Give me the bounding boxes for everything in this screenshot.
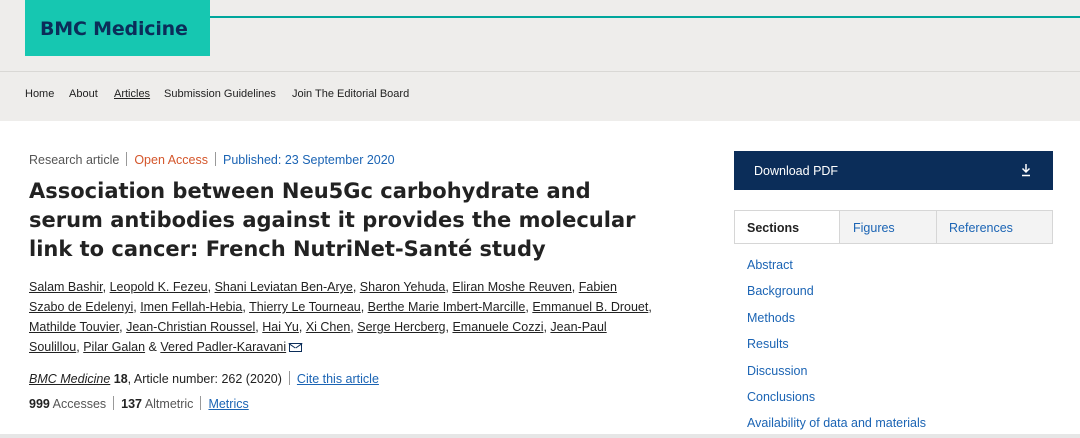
published-date: Published: 23 September 2020 — [222, 153, 395, 167]
metrics-line: 999 Accesses 137 Altmetric Metrics — [29, 396, 249, 411]
divider — [288, 371, 290, 385]
article-number: , Article number: 262 (2020) — [127, 372, 282, 386]
section-link-methods[interactable]: Methods — [747, 311, 926, 337]
author-link[interactable]: Berthe Marie Imbert-Marcille — [368, 300, 526, 314]
journal-link[interactable]: BMC Medicine — [29, 372, 110, 386]
main-nav: Home About Articles Submission Guideline… — [0, 71, 1080, 121]
section-link-abstract[interactable]: Abstract — [747, 258, 926, 284]
author-link[interactable]: Vered Padler-Karavani — [160, 340, 286, 354]
author-link[interactable]: Emanuele Cozzi — [452, 320, 543, 334]
article-title: Association between Neu5Gc carbohydrate … — [29, 179, 636, 261]
tab-sections[interactable]: Sections — [735, 211, 839, 243]
section-link-discussion[interactable]: Discussion — [747, 364, 926, 390]
divider — [113, 396, 115, 410]
sidebar-tabs: Sections Figures References — [734, 210, 1053, 244]
divider — [214, 152, 216, 166]
author-link[interactable]: Thierry Le Tourneau — [249, 300, 361, 314]
divider — [126, 152, 128, 166]
author-link[interactable]: Pilar Galan — [83, 340, 145, 354]
author-link[interactable]: Serge Hercberg — [357, 320, 445, 334]
author-link[interactable]: Mathilde Touvier — [29, 320, 119, 334]
altmetric-count: 137 — [121, 397, 143, 411]
author-list: Salam Bashir, Leopold K. Fezeu, Shani Le… — [29, 280, 652, 354]
page-bottom-edge — [0, 434, 1080, 438]
author-link[interactable]: Emmanuel B. Drouet — [532, 300, 648, 314]
author-link[interactable]: Eliran Moshe Reuven — [452, 280, 572, 294]
metrics-link[interactable]: Metrics — [208, 397, 248, 411]
author-link[interactable]: Xi Chen — [306, 320, 350, 334]
tab-label: Sections — [747, 221, 800, 235]
author-link[interactable]: Shani Leviatan Ben-Arye — [215, 280, 353, 294]
author-link[interactable]: Imen Fellah-Hebia — [140, 300, 242, 314]
article-meta: Research article Open Access Published: 23… — [29, 152, 395, 167]
nav-about[interactable]: About — [69, 88, 98, 100]
open-access-badge: Open Access — [134, 153, 208, 167]
accesses-label: Accesses — [52, 397, 107, 411]
logo-text: BMC Medicine — [40, 18, 188, 40]
tab-figures[interactable]: Figures — [840, 211, 936, 243]
tab-references[interactable]: References — [937, 211, 1052, 243]
author-link[interactable]: Sharon Yehuda — [360, 280, 446, 294]
section-link-results[interactable]: Results — [747, 337, 926, 363]
author-link[interactable]: Salam Bashir — [29, 280, 103, 294]
download-pdf-button[interactable]: Download PDF — [734, 151, 1053, 190]
divider — [200, 396, 202, 410]
tab-label: References — [949, 221, 1013, 235]
article-type: Research article — [29, 153, 120, 167]
nav-submission-guidelines[interactable]: Submission Guidelines — [164, 88, 276, 100]
altmetric-label: Altmetric — [144, 397, 194, 411]
citation-line: BMC Medicine 18, Article number: 262 (20… — [29, 371, 379, 386]
cite-article-link[interactable]: Cite this article — [297, 372, 379, 386]
nav-articles[interactable]: Articles — [114, 88, 150, 100]
section-link-background[interactable]: Background — [747, 284, 926, 310]
volume: 18 — [113, 372, 128, 386]
author-link[interactable]: Leopold K. Fezeu — [110, 280, 208, 294]
section-link-conclusions[interactable]: Conclusions — [747, 390, 926, 416]
site-header: BMC Medicine — [0, 0, 1080, 71]
journal-logo[interactable]: BMC Medicine — [25, 0, 210, 56]
header-decor-line — [198, 16, 1080, 18]
nav-join-editorial-board[interactable]: Join The Editorial Board — [292, 88, 409, 100]
accesses-count: 999 — [29, 397, 50, 411]
author-link[interactable]: Jean-Christian Roussel — [126, 320, 255, 334]
author-link[interactable]: Hai Yu — [262, 320, 299, 334]
email-icon[interactable] — [289, 343, 303, 352]
download-icon — [1021, 164, 1031, 177]
section-list: Abstract Background Methods Results Disc… — [747, 258, 926, 438]
nav-home[interactable]: Home — [25, 88, 54, 100]
download-pdf-label: Download PDF — [754, 164, 839, 178]
tab-label: Figures — [853, 221, 895, 235]
